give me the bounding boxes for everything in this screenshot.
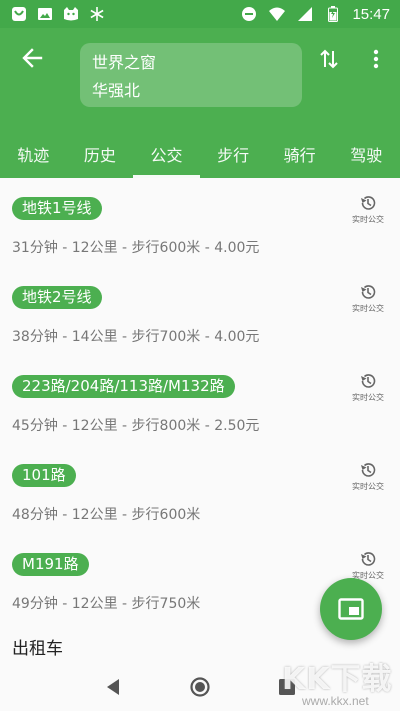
notification-app-icon (10, 6, 28, 22)
route-line-badge: M191路 (12, 553, 89, 576)
realtime-bus-button[interactable]: 实时公交 (348, 550, 388, 581)
triangle-back-icon (107, 678, 120, 695)
realtime-bus-label: 实时公交 (352, 482, 384, 491)
realtime-bus-button[interactable]: 实时公交 (348, 372, 388, 403)
origin-field[interactable]: 世界之窗 (92, 49, 290, 77)
swap-vertical-icon (320, 49, 338, 69)
nav-home-button[interactable] (186, 673, 214, 701)
system-nav-bar (0, 662, 400, 711)
battery-charging-icon (324, 6, 342, 22)
list-item[interactable]: 101路 48分钟 - 12公里 - 步行600米 实时公交 (0, 445, 400, 534)
route-input-box[interactable]: 世界之窗 华强北 (80, 43, 302, 107)
snowflake-icon (88, 6, 106, 22)
list-item[interactable]: 地铁2号线 38分钟 - 14公里 - 步行700米 - 4.00元 实时公交 (0, 267, 400, 356)
list-item[interactable]: 223路/204路/113路/M132路 45分钟 - 12公里 - 步行800… (0, 356, 400, 445)
square-recents-icon (278, 678, 295, 695)
tab-bus[interactable]: 公交 (133, 138, 200, 178)
list-item[interactable]: 地铁1号线 31分钟 - 12公里 - 步行600米 - 4.00元 实时公交 (0, 178, 400, 267)
back-button[interactable] (16, 42, 48, 74)
history-clock-icon (361, 463, 376, 477)
signal-icon (296, 6, 314, 22)
realtime-bus-button[interactable]: 实时公交 (348, 194, 388, 225)
history-clock-icon (361, 196, 376, 210)
route-detail: 31分钟 - 12公里 - 步行600米 - 4.00元 (12, 240, 260, 256)
status-left-icons (10, 6, 106, 22)
route-detail: 48分钟 - 12公里 - 步行600米 (12, 507, 201, 523)
more-vertical-icon (373, 49, 379, 69)
circle-home-icon (190, 676, 210, 697)
taxi-section-title: 出租车 (12, 639, 63, 659)
tab-cycle[interactable]: 骑行 (266, 138, 333, 178)
status-time: 15:47 (352, 5, 390, 23)
picture-in-picture-icon (338, 598, 364, 620)
tab-drive[interactable]: 驾驶 (333, 138, 400, 178)
image-icon (36, 6, 54, 22)
tab-track[interactable]: 轨迹 (0, 138, 67, 178)
floating-map-button[interactable] (320, 578, 382, 640)
realtime-bus-button[interactable]: 实时公交 (348, 283, 388, 314)
history-clock-icon (361, 552, 376, 566)
mode-tabs: 轨迹 历史 公交 步行 骑行 驾驶 (0, 138, 400, 178)
more-options-button[interactable] (364, 46, 388, 72)
tab-walk[interactable]: 步行 (200, 138, 267, 178)
route-header: 世界之窗 华强北 轨迹 历史 公交 步行 骑行 驾驶 (0, 28, 400, 178)
route-detail: 45分钟 - 12公里 - 步行800米 - 2.50元 (12, 418, 260, 434)
route-detail: 38分钟 - 14公里 - 步行700米 - 4.00元 (12, 329, 260, 345)
wifi-icon (268, 6, 286, 22)
realtime-bus-label: 实时公交 (352, 393, 384, 402)
history-clock-icon (361, 374, 376, 388)
status-bar: 15:47 (0, 0, 400, 28)
do-not-disturb-icon (240, 6, 258, 22)
route-line-badge: 地铁1号线 (12, 197, 102, 220)
realtime-bus-label: 实时公交 (352, 304, 384, 313)
realtime-bus-label: 实时公交 (352, 215, 384, 224)
route-line-badge: 223路/204路/113路/M132路 (12, 375, 235, 398)
status-right: 15:47 (240, 6, 390, 23)
realtime-bus-button[interactable]: 实时公交 (348, 461, 388, 492)
route-line-badge: 101路 (12, 464, 76, 487)
arrow-left-icon (22, 48, 43, 68)
route-list: 地铁1号线 31分钟 - 12公里 - 步行600米 - 4.00元 实时公交 … (0, 178, 400, 623)
nav-back-button[interactable] (99, 673, 127, 701)
cat-app-icon (62, 6, 80, 22)
swap-route-button[interactable] (316, 46, 342, 72)
nav-recents-button[interactable] (273, 673, 301, 701)
history-clock-icon (361, 285, 376, 299)
destination-field[interactable]: 华强北 (92, 77, 290, 105)
tab-history[interactable]: 历史 (67, 138, 134, 178)
route-detail: 49分钟 - 12公里 - 步行750米 (12, 596, 201, 612)
route-line-badge: 地铁2号线 (12, 286, 102, 309)
